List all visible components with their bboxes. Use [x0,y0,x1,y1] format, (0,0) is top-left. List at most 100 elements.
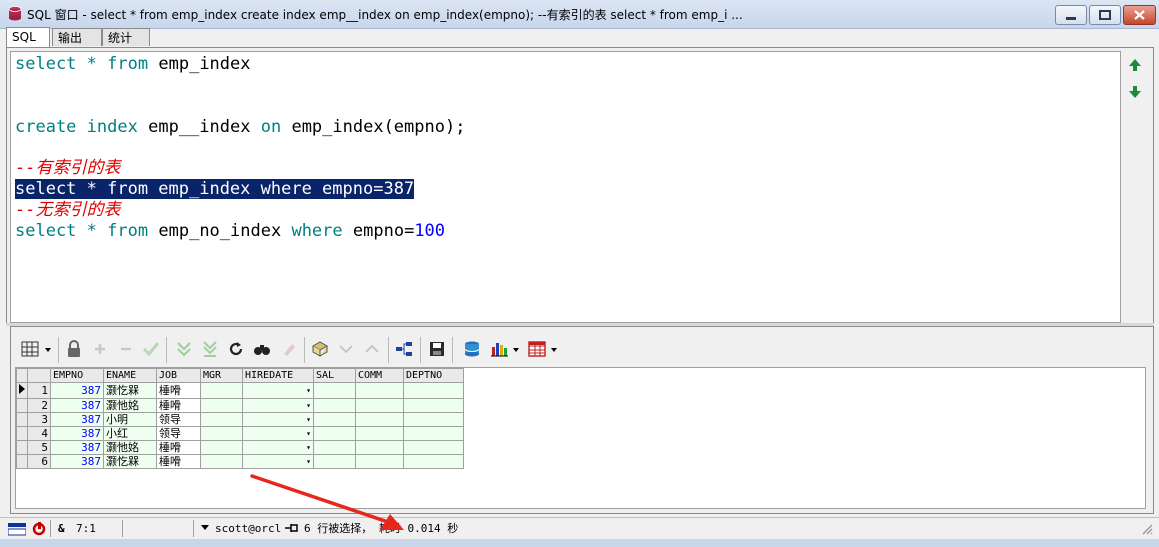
cell-ename[interactable]: 小红 [103,426,157,441]
refresh-icon[interactable] [226,339,246,359]
column-header[interactable]: EMPNO [50,368,104,383]
cell-job[interactable]: 棰嗗 [156,382,201,399]
cell-hiredate[interactable]: ▾ [242,440,314,455]
query-by-example-icon[interactable] [310,339,330,359]
table-row[interactable]: 6 387 灏忔槑 棰嗗 ▾ [16,454,464,469]
resize-grip-icon[interactable] [1140,522,1154,539]
cell-mgr[interactable] [200,382,243,399]
export-tree-icon[interactable] [394,339,414,359]
cell-deptno[interactable] [403,382,464,399]
clear-icon[interactable] [278,339,298,359]
chart-icon[interactable] [489,339,523,359]
dropdown-arrow-icon[interactable]: ▾ [306,414,311,426]
cell-empno[interactable]: 387 [50,382,104,399]
table-row[interactable]: 1 387 灏忔槑 棰嗗 ▾ [16,382,464,399]
cell-job[interactable]: 棰嗗 [156,398,201,413]
fetch-last-icon[interactable] [200,339,220,359]
table-row[interactable]: 4 387 小红 领导 ▾ [16,426,464,441]
table-row[interactable]: 3 387 小明 领导 ▾ [16,412,464,427]
cell-sal[interactable] [313,440,356,455]
dropdown-arrow-icon[interactable]: ▾ [306,400,311,412]
column-header[interactable]: SAL [313,368,356,383]
cell-deptno[interactable] [403,426,464,441]
cell-job[interactable]: 领导 [156,412,201,427]
cell-empno[interactable]: 387 [50,412,104,427]
close-button[interactable] [1123,5,1156,25]
sql-editor[interactable]: select * from emp_index create index emp… [10,51,1121,323]
cell-job[interactable]: 棰嗗 [156,454,201,469]
cell-sal[interactable] [313,412,356,427]
cell-hiredate[interactable]: ▾ [242,426,314,441]
cell-sal[interactable] [313,426,356,441]
lock-icon[interactable] [64,339,84,359]
cell-mgr[interactable] [200,454,243,469]
cell-sal[interactable] [313,454,356,469]
cell-empno[interactable]: 387 [50,440,104,455]
dropdown-arrow-icon[interactable]: ▾ [306,442,311,454]
delete-record-icon[interactable] [116,339,136,359]
table-row[interactable]: 2 387 灏忚姳 棰嗗 ▾ [16,398,464,413]
cell-hiredate[interactable]: ▾ [242,382,314,399]
export-table-icon[interactable] [527,339,561,359]
cell-comm[interactable] [355,454,404,469]
cell-deptno[interactable] [403,454,464,469]
filter-down-icon[interactable] [336,339,356,359]
column-header[interactable]: ENAME [103,368,157,383]
column-header[interactable]: MGR [200,368,243,383]
cell-mgr[interactable] [200,440,243,455]
dropdown-arrow-icon[interactable]: ▾ [306,384,311,397]
database-stack-icon[interactable] [462,339,482,359]
connection-label[interactable]: scott@orcl [215,520,281,537]
post-changes-icon[interactable] [141,339,161,359]
find-icon[interactable] [252,339,272,359]
table-row[interactable]: 5 387 灏忚姳 棰嗗 ▾ [16,440,464,455]
cell-ename[interactable]: 灏忔槑 [103,454,157,469]
tab-output[interactable]: 输出 [52,28,102,46]
execute-status-icon[interactable] [32,521,46,538]
tab-sql[interactable]: SQL [6,27,50,47]
fetch-next-icon[interactable] [174,339,194,359]
cell-ename[interactable]: 灏忚姳 [103,440,157,455]
column-header[interactable]: JOB [156,368,201,383]
cell-hiredate[interactable]: ▾ [242,412,314,427]
minimize-button[interactable] [1055,5,1087,25]
cell-job[interactable]: 棰嗗 [156,440,201,455]
cell-comm[interactable] [355,440,404,455]
result-grid[interactable]: EMPNO ENAME JOB MGR HIREDATE SAL COMM DE… [15,367,1146,509]
grid-view-icon[interactable] [20,339,54,359]
save-icon[interactable] [427,339,447,359]
cell-comm[interactable] [355,398,404,413]
previous-statement-icon[interactable] [1126,56,1144,74]
tab-statistics[interactable]: 统计 [102,28,150,46]
column-header[interactable]: HIREDATE [242,368,314,383]
cell-mgr[interactable] [200,426,243,441]
cell-sal[interactable] [313,398,356,413]
cell-mgr[interactable] [200,398,243,413]
cell-empno[interactable]: 387 [50,398,104,413]
column-header[interactable]: COMM [355,368,404,383]
cell-comm[interactable] [355,382,404,399]
panel-toggle-icon[interactable] [8,521,26,538]
cell-deptno[interactable] [403,412,464,427]
cell-comm[interactable] [355,426,404,441]
cell-ename[interactable]: 灏忔槑 [103,382,157,399]
cell-ename[interactable]: 灏忚姳 [103,398,157,413]
dropdown-arrow-icon[interactable]: ▾ [306,456,311,468]
maximize-button[interactable] [1089,5,1121,25]
dropdown-arrow-icon[interactable]: ▾ [306,428,311,440]
filter-up-icon[interactable] [362,339,382,359]
cell-empno[interactable]: 387 [50,454,104,469]
column-header[interactable]: DEPTNO [403,368,464,383]
next-statement-icon[interactable] [1126,83,1144,101]
cell-empno[interactable]: 387 [50,426,104,441]
add-record-icon[interactable] [90,339,110,359]
cell-ename[interactable]: 小明 [103,412,157,427]
cell-sal[interactable] [313,382,356,399]
cell-mgr[interactable] [200,412,243,427]
cell-hiredate[interactable]: ▾ [242,454,314,469]
cell-hiredate[interactable]: ▾ [242,398,314,413]
cell-deptno[interactable] [403,398,464,413]
cell-job[interactable]: 领导 [156,426,201,441]
cell-comm[interactable] [355,412,404,427]
cell-deptno[interactable] [403,440,464,455]
